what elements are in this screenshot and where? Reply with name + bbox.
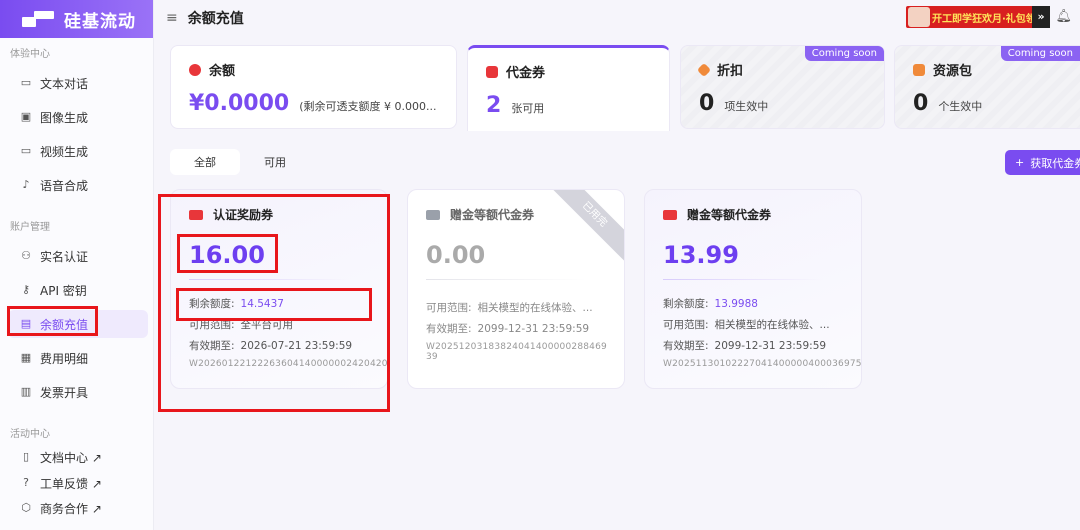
section-account: 账户管理 <box>10 222 50 233</box>
highlight-box-amount <box>177 234 278 273</box>
coupon-card-2[interactable]: 已用完 赠金等额代金券 0.00 可用范围: 相关模型的在线体验、... 有效期至… <box>407 189 625 389</box>
promo-banner[interactable]: 开工即学狂欢月·礼包领取 » <box>906 6 1050 28</box>
overdraft-note: (剩余可透支额度 ¥ 0.000... <box>299 100 437 113</box>
coupon-amount: 0.00 <box>426 241 486 269</box>
image-icon: ▣ <box>20 110 32 123</box>
coupon-scope: 可用范围: 相关模型的在线体验、... <box>663 319 830 331</box>
invoice-icon: ▥ <box>20 385 32 398</box>
sidebar-item-verify[interactable]: ⚇ 实名认证 <box>8 242 148 270</box>
ticket-icon <box>486 65 498 78</box>
coming-soon-badge: Coming soon <box>1000 46 1080 61</box>
coupon-amount: 13.99 <box>663 241 739 269</box>
coupon-code: W20251203183824041400000288469 39 <box>426 342 607 362</box>
coupon-card-3[interactable]: 赠金等额代金券 13.99 剩余额度: 13.9988 可用范围: 相关模型的在线体… <box>644 189 862 389</box>
sidebar-item-api-keys[interactable]: ⚷ API 密钥 <box>8 276 148 304</box>
package-card[interactable]: Coming soon 资源包 0 个生效中 <box>894 45 1080 129</box>
discount-count: 0 <box>699 91 715 116</box>
section-experience: 体验中心 <box>10 49 50 60</box>
promo-figure-icon <box>908 7 930 27</box>
ticket-icon <box>426 209 440 220</box>
bill-icon: ▦ <box>20 351 32 364</box>
promo-arrow-icon: » <box>1032 6 1050 28</box>
coupon-scope: 可用范围: 相关模型的在线体验、... <box>426 302 593 314</box>
divider <box>663 279 823 280</box>
logo-mark-icon <box>22 11 54 27</box>
chat-icon: ▭ <box>20 76 32 89</box>
balance-card[interactable]: 余额 ¥0.0000 (剩余可透支额度 ¥ 0.000... <box>170 45 457 129</box>
divider <box>426 279 586 280</box>
coupon-count: 2 <box>486 93 502 118</box>
menu-icon[interactable]: ≡ <box>166 10 178 26</box>
coupon-expiry: 有效期至: 2099-12-31 23:59:59 <box>426 323 590 335</box>
sidebar-item-video-gen[interactable]: ▭ 视频生成 <box>8 137 148 165</box>
discount-card[interactable]: Coming soon 折扣 0 项生效中 <box>680 45 885 129</box>
package-icon <box>913 63 925 76</box>
sidebar: 硅基流动 体验中心 ▭ 文本对话 ▣ 图像生成 ▭ 视频生成 ♪ 语音合成 账户管理 ⚇… <box>0 0 154 530</box>
mic-icon: ♪ <box>22 178 30 191</box>
logo-text: 硅基流动 <box>64 11 136 32</box>
logo[interactable]: 硅基流动 <box>0 0 153 38</box>
sidebar-item-text-chat[interactable]: ▭ 文本对话 <box>8 69 148 97</box>
coupon-summary-card[interactable]: 代金券 2 张可用 <box>467 45 670 131</box>
tag-icon <box>696 62 712 77</box>
doc-icon: ▯ <box>22 450 30 463</box>
tab-all[interactable]: 全部 <box>170 149 240 175</box>
sidebar-item-tts[interactable]: ♪ 语音合成 <box>8 171 148 199</box>
ticket-icon <box>663 209 677 220</box>
handshake-icon: ⬡ <box>21 501 31 514</box>
coupon-remaining: 剩余额度: 13.9988 <box>663 298 758 310</box>
coupon-expiry: 有效期至: 2099-12-31 23:59:59 <box>663 340 827 352</box>
highlight-box-remaining <box>176 288 372 321</box>
sidebar-item-invoice[interactable]: ▥ 发票开具 <box>8 378 148 406</box>
plus-icon: + <box>1015 156 1025 169</box>
sidebar-item-docs[interactable]: ▯ 文档中心 ↗ <box>8 443 148 471</box>
sidebar-item-tickets[interactable]: ? 工单反馈 ↗ <box>8 469 148 497</box>
money-bag-icon <box>189 63 201 76</box>
key-icon: ⚷ <box>21 283 31 296</box>
package-count: 0 <box>913 91 929 116</box>
page-title: 余额充值 <box>187 11 244 27</box>
sidebar-item-business[interactable]: ⬡ 商务合作 ↗ <box>8 494 148 522</box>
help-icon: ? <box>23 476 29 489</box>
get-coupon-button[interactable]: + 获取代金券 <box>1005 150 1080 175</box>
video-icon: ▭ <box>20 144 32 157</box>
bell-icon[interactable]: 🔔︎ <box>1055 9 1072 24</box>
tab-available[interactable]: 可用 <box>240 149 310 175</box>
user-verify-icon: ⚇ <box>21 249 31 262</box>
coming-soon-badge: Coming soon <box>804 46 884 61</box>
sidebar-item-image-gen[interactable]: ▣ 图像生成 <box>8 103 148 131</box>
section-activity: 活动中心 <box>10 429 50 440</box>
highlight-box-recharge <box>7 306 98 336</box>
coupon-filter-tabs: 全部 可用 <box>170 149 310 175</box>
balance-amount: ¥0.0000 <box>189 91 290 116</box>
coupon-code: W20251130102227041400000400036975 <box>663 359 862 369</box>
sidebar-item-billing[interactable]: ▦ 费用明细 <box>8 344 148 372</box>
